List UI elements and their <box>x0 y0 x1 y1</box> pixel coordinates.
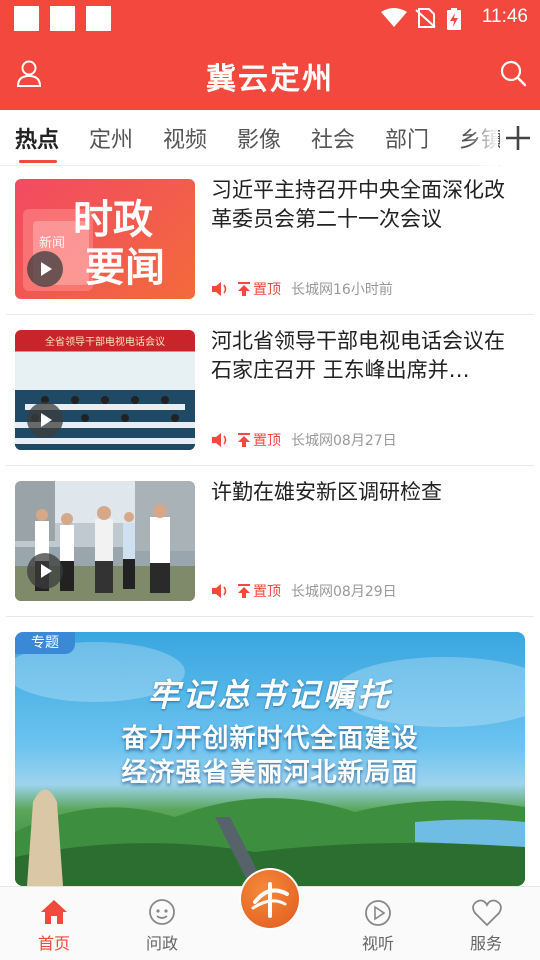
no-sim-icon <box>415 8 436 28</box>
top-bar: 11:46 冀云定州 <box>0 0 540 110</box>
pin-label: 置顶 <box>253 433 281 449</box>
nav-media[interactable]: 视听 <box>338 887 418 960</box>
add-channel-button[interactable] <box>500 110 540 166</box>
news-item[interactable]: 许勤在雄安新区调研检查 置顶 长城网08月29日 <box>0 468 540 618</box>
status-time: 11:46 <box>481 6 528 27</box>
news-title[interactable]: 许勤在雄安新区调研检查 <box>211 478 521 507</box>
news-thumbnail: 新闻 时政 要闻 <box>15 179 195 299</box>
heart-icon <box>472 899 502 927</box>
news-meta: 置顶 长城网16小时前 <box>211 278 393 300</box>
plus-icon <box>506 126 530 150</box>
news-title[interactable]: 习近平主持召开中央全面深化改革委员会第二十一次会议 <box>211 176 521 234</box>
play-icon[interactable] <box>27 251 63 287</box>
status-bar: 11:46 <box>0 0 540 36</box>
nav-home[interactable]: 首页 <box>14 887 94 960</box>
special-topic-banner[interactable]: 专题 牢记总书记嘱托 奋力开创新时代全面建设 经济强省美丽河北新局面 <box>15 632 525 886</box>
tab-society[interactable]: 社会 <box>311 122 355 154</box>
active-tab-indicator <box>19 160 57 163</box>
notification-icon <box>50 6 75 31</box>
news-thumbnail: 全省领导干部电视电话会议 <box>15 330 195 450</box>
tab-hot[interactable]: 热点 <box>15 122 59 154</box>
play-icon[interactable] <box>27 553 63 589</box>
news-source: 长城网08月29日 <box>291 584 397 600</box>
topic-badge: 专题 <box>15 632 75 654</box>
pin-top-icon <box>238 584 250 598</box>
tabs-fade <box>470 110 498 166</box>
search-icon[interactable] <box>498 58 528 88</box>
tab-video[interactable]: 视频 <box>163 122 207 154</box>
thumb-small-text: 新闻 <box>39 235 65 251</box>
play-icon[interactable] <box>27 402 63 438</box>
pin-label: 置顶 <box>253 282 281 298</box>
news-item[interactable]: 全省领导干部电视电话会议 河北省领导干部电视电话会议在石家庄召开 王东峰出席并… <box>0 317 540 467</box>
speaker-icon[interactable] <box>211 583 229 599</box>
chat-icon <box>149 899 175 925</box>
pin-top-icon <box>238 433 250 447</box>
wifi-icon <box>381 8 407 27</box>
news-meta: 置顶 长城网08月29日 <box>211 580 397 602</box>
thumb-headline-1: 时政 <box>73 197 153 243</box>
divider <box>6 616 534 617</box>
center-logo-mark <box>251 882 289 918</box>
center-logo-button[interactable] <box>239 868 301 930</box>
nav-label: 视听 <box>361 934 394 953</box>
divider <box>6 465 534 466</box>
banner-headline: 牢记总书记嘱托 <box>147 676 393 714</box>
notification-icon <box>14 6 39 31</box>
news-item[interactable]: 新闻 时政 要闻 习近平主持召开中央全面深化改革委员会第二十一次会议 置顶 长城… <box>0 166 540 316</box>
nav-label: 问政 <box>145 934 178 953</box>
app-title: 冀云定州 <box>206 62 334 97</box>
center-logo-icon <box>241 870 299 928</box>
divider <box>6 314 534 315</box>
news-title[interactable]: 河北省领导干部电视电话会议在石家庄召开 王东峰出席并… <box>211 327 521 385</box>
banner-subheadline-2: 经济强省美丽河北新局面 <box>121 758 419 788</box>
news-source: 长城网08月27日 <box>291 433 397 449</box>
nav-service[interactable]: 服务 <box>446 887 526 960</box>
pin-top-icon <box>238 282 250 296</box>
app-screen: 11:46 冀云定州 热点 定州 视频 影像 社会 部门 乡镇 <box>0 0 540 960</box>
play-circle-icon <box>365 900 391 926</box>
battery-charging-icon <box>447 8 461 30</box>
category-tabs: 热点 定州 视频 影像 社会 部门 乡镇 <box>0 110 540 166</box>
tab-dingzhou[interactable]: 定州 <box>89 122 133 154</box>
speaker-icon[interactable] <box>211 281 229 297</box>
news-thumbnail <box>15 481 195 601</box>
home-icon <box>41 900 67 924</box>
thumb-banner-text: 全省领导干部电视电话会议 <box>45 335 165 348</box>
nav-inquiry[interactable]: 问政 <box>122 887 202 960</box>
news-meta: 置顶 长城网08月27日 <box>211 429 397 451</box>
tab-department[interactable]: 部门 <box>385 122 429 154</box>
speaker-icon[interactable] <box>211 432 229 448</box>
banner-subheadline-1: 奋力开创新时代全面建设 <box>121 724 419 754</box>
tab-image[interactable]: 影像 <box>237 122 281 154</box>
thumb-headline-2: 要闻 <box>85 245 165 291</box>
notification-icon <box>86 6 111 31</box>
pin-label: 置顶 <box>253 584 281 600</box>
nav-label: 首页 <box>37 934 70 953</box>
news-source: 长城网16小时前 <box>291 282 393 298</box>
app-header: 冀云定州 <box>0 36 540 110</box>
nav-label: 服务 <box>469 934 502 953</box>
